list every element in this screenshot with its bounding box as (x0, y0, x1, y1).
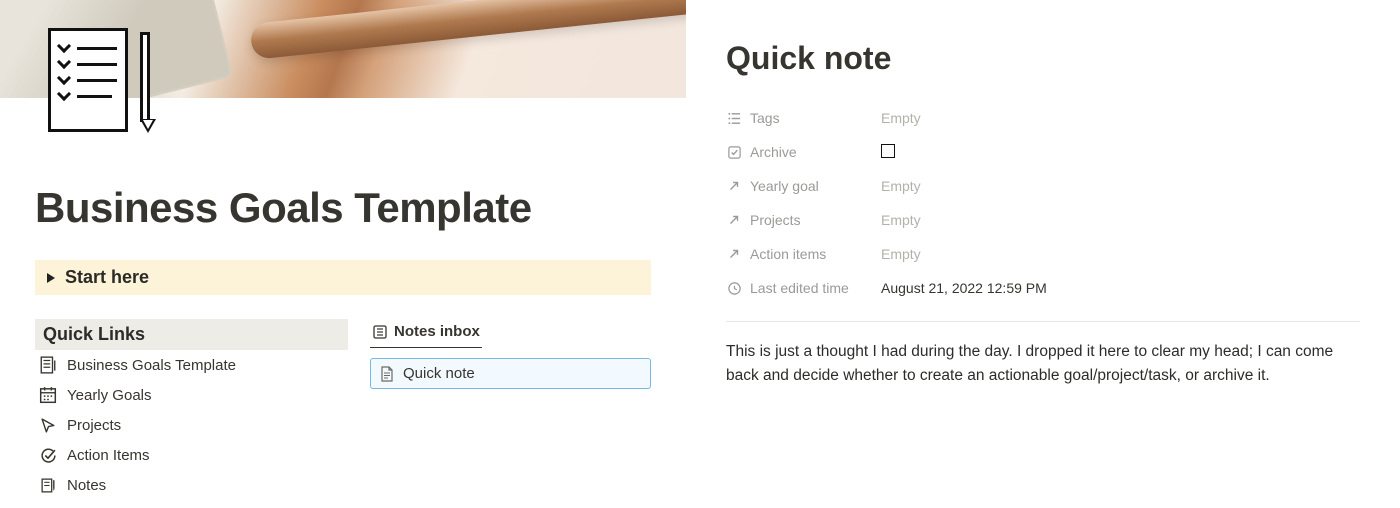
relation-arrow-icon (726, 178, 742, 194)
property-divider (726, 321, 1360, 322)
quick-link-notes[interactable]: Notes (35, 470, 348, 500)
checkbox-icon (726, 144, 742, 160)
property-row-archive[interactable]: Archive (726, 135, 1360, 169)
quick-link-label: Action Items (67, 447, 150, 464)
property-row-action-items[interactable]: Action items Empty (726, 237, 1360, 271)
notes-inbox-column: Notes inbox Quick note (370, 319, 651, 500)
relation-arrow-icon (726, 246, 742, 262)
list-view-icon (372, 324, 388, 340)
document-lines-icon (39, 356, 57, 374)
note-title[interactable]: Quick note (726, 40, 1360, 77)
right-pane: Quick note Tags Empty Archive (686, 0, 1400, 508)
property-label: Yearly goal (750, 178, 819, 194)
notes-inbox-header[interactable]: Notes inbox (370, 320, 482, 348)
notes-inbox-label: Notes inbox (394, 323, 480, 340)
property-row-projects[interactable]: Projects Empty (726, 203, 1360, 237)
page-icon (379, 366, 395, 382)
inbox-item-quick-note[interactable]: Quick note (370, 358, 651, 389)
page-icon-document (48, 28, 140, 138)
cursor-icon (39, 416, 57, 434)
property-value: August 21, 2022 12:59 PM (881, 280, 1047, 296)
start-here-toggle[interactable]: Start here (35, 260, 651, 295)
quick-link-label: Notes (67, 477, 106, 494)
checkmark-circle-icon (39, 446, 57, 464)
start-here-label: Start here (65, 267, 149, 288)
quick-link-action-items[interactable]: Action Items (35, 440, 348, 470)
calendar-icon (39, 386, 57, 404)
quick-link-label: Yearly Goals (67, 387, 152, 404)
property-label: Last edited time (750, 280, 849, 296)
quick-link-label: Business Goals Template (67, 357, 236, 374)
property-label: Projects (750, 212, 801, 228)
property-label: Action items (750, 246, 826, 262)
quick-links-column: Quick Links Business Goals Template Yea (35, 319, 348, 500)
note-pencil-icon (39, 476, 57, 494)
page-title: Business Goals Template (35, 184, 651, 232)
property-label: Archive (750, 144, 797, 160)
property-value: Empty (881, 178, 921, 194)
relation-arrow-icon (726, 212, 742, 228)
property-row-tags[interactable]: Tags Empty (726, 101, 1360, 135)
list-icon (726, 110, 742, 126)
property-value: Empty (881, 110, 921, 126)
quick-link-yearly-goals[interactable]: Yearly Goals (35, 380, 348, 410)
property-row-yearly-goal[interactable]: Yearly goal Empty (726, 169, 1360, 203)
quick-links-heading: Quick Links (35, 319, 348, 350)
quick-link-label: Projects (67, 417, 121, 434)
inbox-item-label: Quick note (403, 365, 475, 382)
property-row-last-edited[interactable]: Last edited time August 21, 2022 12:59 P… (726, 271, 1360, 305)
property-value: Empty (881, 212, 921, 228)
left-pane: Business Goals Template Start here Quick… (0, 0, 686, 508)
property-label: Tags (750, 110, 780, 126)
clock-icon (726, 280, 742, 296)
property-value: Empty (881, 246, 921, 262)
toggle-triangle-icon (47, 273, 55, 283)
archive-checkbox[interactable] (881, 144, 895, 161)
quick-link-business-goals-template[interactable]: Business Goals Template (35, 350, 348, 380)
note-body-text[interactable]: This is just a thought I had during the … (726, 340, 1341, 388)
quick-link-projects[interactable]: Projects (35, 410, 348, 440)
